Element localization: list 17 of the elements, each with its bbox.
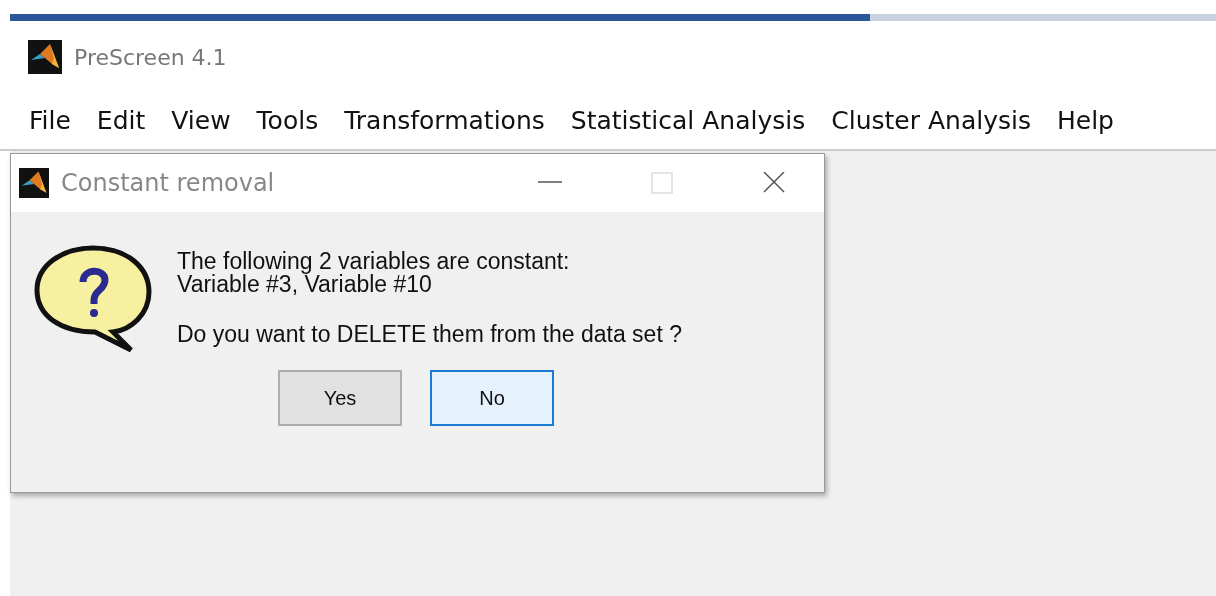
- no-button[interactable]: No: [430, 370, 554, 426]
- app-title: PreScreen 4.1: [74, 43, 227, 72]
- message-text: Variable #3, Variable #10: [177, 273, 433, 296]
- dialog-title: Constant removal: [61, 168, 276, 199]
- menu-item[interactable]: Statistical Analysis: [557, 102, 819, 140]
- menu-item[interactable]: Tools: [243, 102, 332, 140]
- close-icon[interactable]: [760, 172, 788, 194]
- menu-item[interactable]: Edit: [83, 102, 159, 140]
- menu-item[interactable]: View: [158, 102, 244, 140]
- menu-item[interactable]: Help: [1043, 102, 1127, 140]
- app-logo-icon: [28, 40, 62, 74]
- question-text: Do you want to DELETE them from the data set ?: [177, 323, 682, 346]
- yes-button[interactable]: Yes: [278, 370, 402, 426]
- menu-item[interactable]: File: [16, 102, 84, 140]
- dialog-logo-icon: [19, 168, 49, 198]
- menu-item[interactable]: Transformations: [331, 102, 558, 140]
- menu-item[interactable]: Cluster Analysis: [818, 102, 1044, 140]
